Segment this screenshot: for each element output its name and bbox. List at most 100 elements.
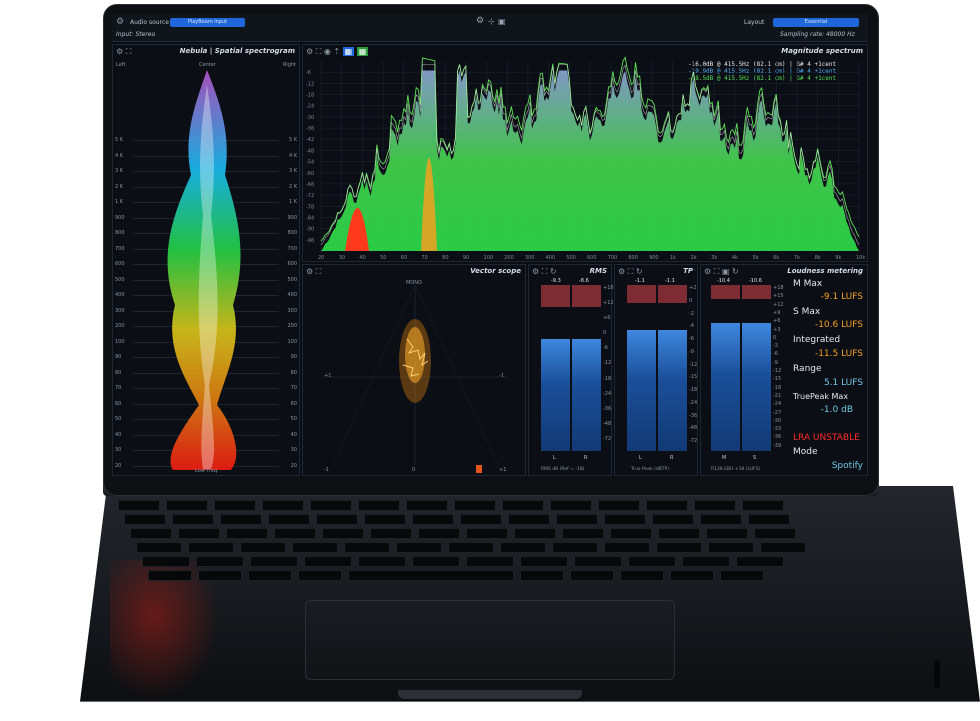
keyboard-key[interactable] (370, 528, 412, 539)
fullscreen-icon[interactable]: ▣ (498, 17, 506, 26)
keyboard-key[interactable] (310, 500, 352, 511)
mag-xtick: 600 (587, 255, 597, 261)
keyboard-key[interactable] (412, 514, 454, 525)
keyboard-key[interactable] (610, 528, 652, 539)
keyboard-key[interactable] (248, 570, 292, 581)
tp-chan-left: L (639, 455, 642, 461)
keyboard-key[interactable] (720, 570, 764, 581)
keyboard-key[interactable] (316, 514, 358, 525)
keyboard-key[interactable] (220, 514, 262, 525)
keyboard-key[interactable] (250, 556, 298, 567)
meter-scale-label: -9 (689, 349, 694, 355)
meter-scale-label: -9 (773, 360, 778, 366)
keyboard-key[interactable] (658, 528, 700, 539)
keyboard-key[interactable] (240, 542, 286, 553)
keyboard-key[interactable] (454, 500, 496, 511)
keyboard-key[interactable] (348, 570, 514, 581)
keyboard-key[interactable] (196, 556, 244, 567)
keyboard-key[interactable] (226, 528, 268, 539)
keyboard-key[interactable] (178, 528, 220, 539)
keyboard-key[interactable] (214, 500, 256, 511)
keyboard-key[interactable] (646, 500, 688, 511)
keyboard-key[interactable] (460, 514, 502, 525)
keyboard-key[interactable] (598, 500, 640, 511)
keyboard-key[interactable] (550, 500, 592, 511)
keyboard-key[interactable] (406, 500, 448, 511)
keyboard-key[interactable] (742, 500, 784, 511)
settings-icon[interactable]: ⚙ (476, 16, 484, 26)
keyboard-key[interactable] (358, 556, 406, 567)
tp-toolbar[interactable]: ⚙ ⛶ ↻ (618, 267, 643, 277)
keyboard-key[interactable] (748, 514, 790, 525)
keyboard-key[interactable] (396, 542, 442, 553)
mag-ytick: -36 (306, 126, 314, 132)
keyboard-key[interactable] (292, 542, 338, 553)
keyboard-key[interactable] (268, 514, 310, 525)
keyboard-key[interactable] (736, 556, 784, 567)
keyboard-key[interactable] (574, 556, 622, 567)
keyboard-key[interactable] (274, 528, 316, 539)
keyboard-key[interactable] (520, 556, 568, 567)
keyboard-key[interactable] (148, 570, 192, 581)
keyboard-key[interactable] (412, 556, 460, 567)
mode-value[interactable]: Spotify (832, 461, 863, 471)
keyboard-key[interactable] (570, 570, 614, 581)
rms-panel: ⚙ ⛶ ↻ RMS -9.3 -8.6 +18 +12 +6 0 -6 -12 -18 -24… (528, 264, 612, 476)
keyboard-key[interactable] (448, 542, 494, 553)
vectorscope-plot[interactable] (303, 265, 527, 476)
keyboard-key[interactable] (418, 528, 460, 539)
keyboard-key[interactable] (124, 514, 166, 525)
keyboard-key[interactable] (298, 570, 342, 581)
keyboard-key[interactable] (508, 514, 550, 525)
keyboard-key[interactable] (708, 542, 754, 553)
keyboard-key[interactable] (262, 500, 304, 511)
keyboard-key[interactable] (694, 500, 736, 511)
loudness-toolbar[interactable]: ⚙ ⛶ ▣ ↻ (704, 267, 739, 277)
keyboard-key[interactable] (760, 542, 806, 553)
keyboard-key[interactable] (700, 514, 742, 525)
keyboard-key[interactable] (706, 528, 748, 539)
keyboard-key[interactable] (466, 528, 508, 539)
keyboard-key[interactable] (500, 542, 546, 553)
keyboard-key[interactable] (304, 556, 352, 567)
meter-scale-label: -24 (603, 391, 611, 397)
gear-icon[interactable]: ⚙ (116, 17, 124, 27)
spectrogram-plot[interactable] (113, 45, 301, 476)
magnitude-plot[interactable]: -6 -12 -18 -24 -30 -36 -42 -48 -54 -60 -66 -72 -78 -8… (303, 45, 868, 263)
keyboard-key[interactable] (556, 514, 598, 525)
keyboard-key[interactable] (652, 514, 694, 525)
layout-grid-icon[interactable]: ⊹ (488, 17, 495, 26)
keyboard-key[interactable] (466, 556, 514, 567)
keyboard-key[interactable] (552, 542, 598, 553)
layout-select[interactable]: Essential (773, 18, 859, 27)
keyboard-key[interactable] (136, 542, 182, 553)
audio-source-select[interactable]: PlayBeam input (170, 18, 245, 27)
keyboard-key[interactable] (514, 528, 556, 539)
keyboard-key[interactable] (188, 542, 234, 553)
trackpad[interactable] (305, 600, 675, 680)
mag-xtick: 200 (504, 255, 514, 261)
keyboard-key[interactable] (172, 514, 214, 525)
keyboard-key[interactable] (130, 528, 172, 539)
keyboard-key[interactable] (656, 542, 702, 553)
keyboard-key[interactable] (562, 528, 604, 539)
keyboard-key[interactable] (344, 542, 390, 553)
rms-toolbar[interactable]: ⚙ ⛶ ↻ (532, 267, 557, 277)
top-bar: ⚙ Audio source PlayBeam input Input: Ste… (112, 14, 868, 42)
keyboard-key[interactable] (364, 514, 406, 525)
keyboard-key[interactable] (520, 570, 564, 581)
keyboard-key[interactable] (604, 542, 650, 553)
keyboard-key[interactable] (670, 570, 714, 581)
keyboard-key[interactable] (322, 528, 364, 539)
keyboard-key[interactable] (502, 500, 544, 511)
keyboard-key[interactable] (166, 500, 208, 511)
keyboard-key[interactable] (628, 556, 676, 567)
keyboard-key[interactable] (358, 500, 400, 511)
keyboard-key[interactable] (118, 500, 160, 511)
keyboard-key[interactable] (142, 556, 190, 567)
keyboard-key[interactable] (620, 570, 664, 581)
keyboard-key[interactable] (682, 556, 730, 567)
keyboard-key[interactable] (198, 570, 242, 581)
keyboard-key[interactable] (754, 528, 796, 539)
keyboard-key[interactable] (604, 514, 646, 525)
